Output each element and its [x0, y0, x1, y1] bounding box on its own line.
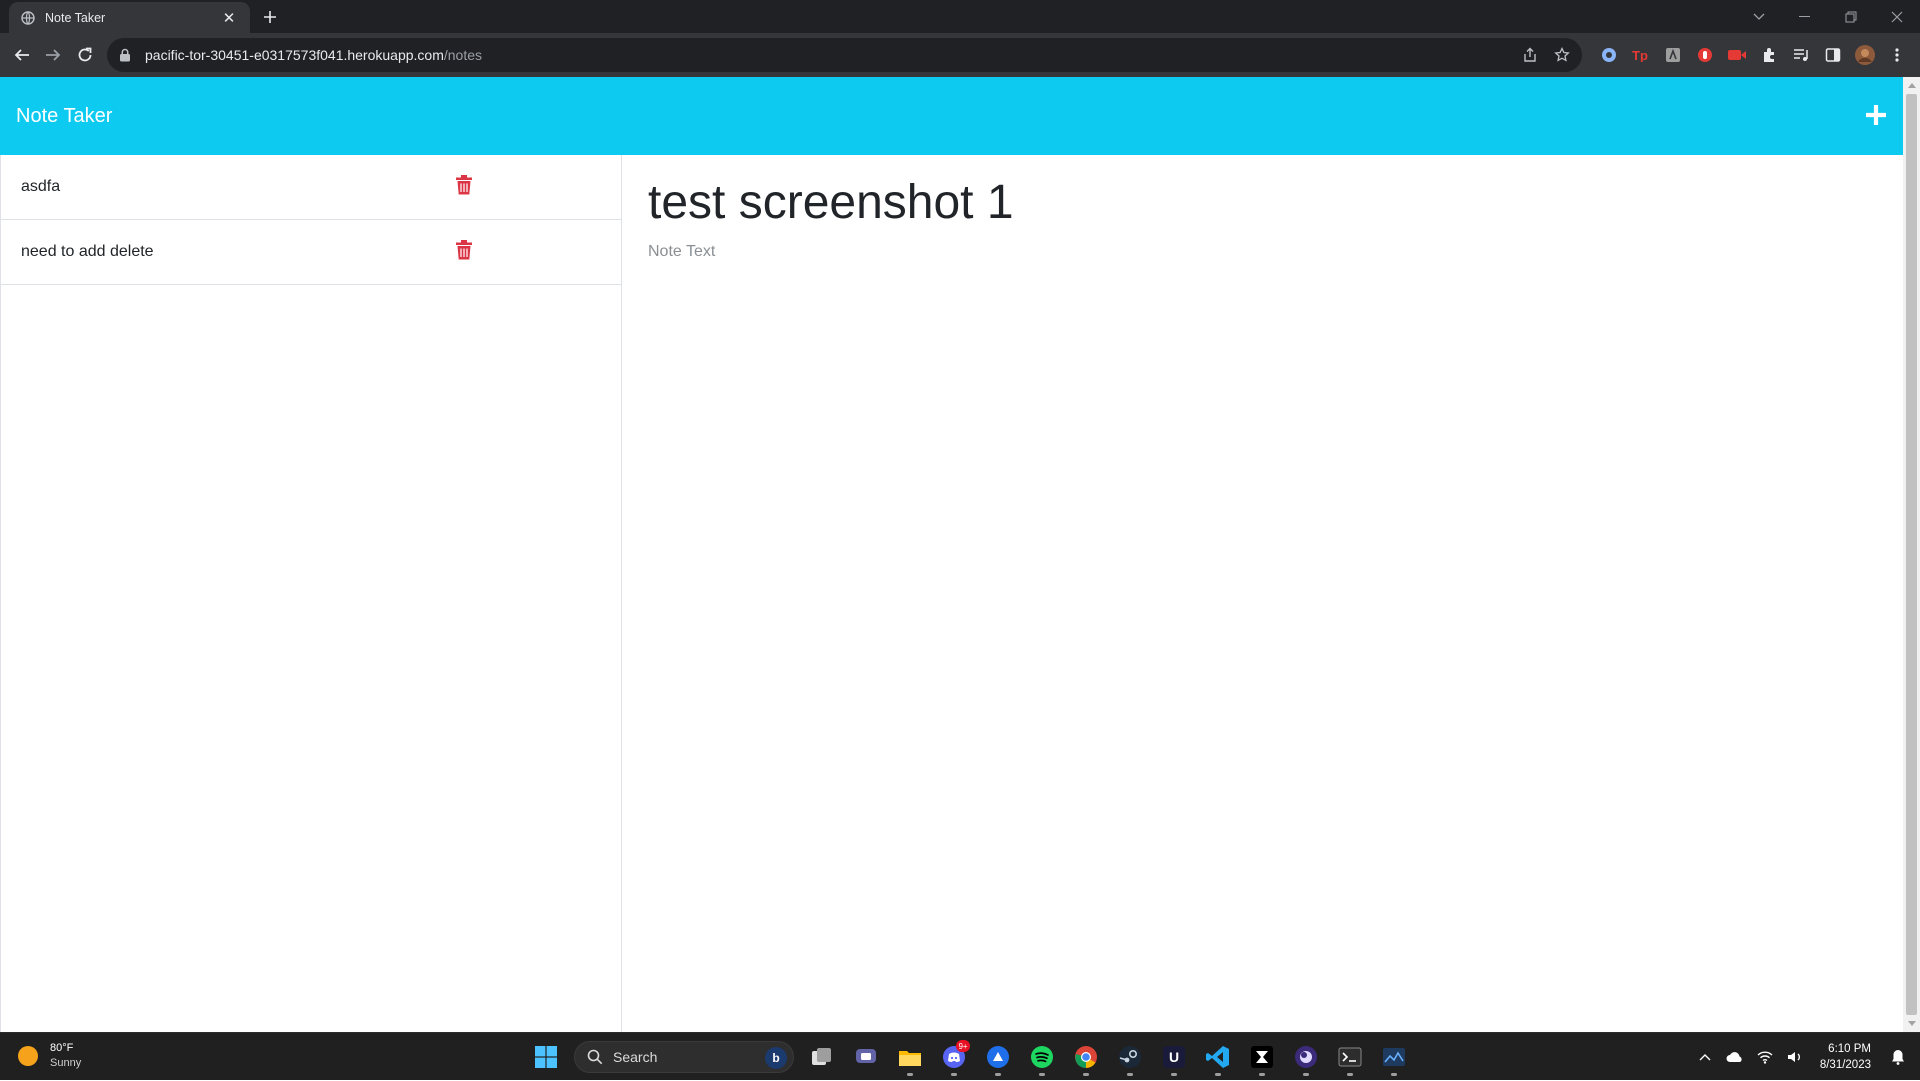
scrollbar-thumb[interactable] [1906, 94, 1917, 1015]
globe-icon [21, 10, 35, 25]
note-list-item[interactable]: need to add delete [1, 220, 621, 285]
app-brand[interactable]: Note Taker [16, 105, 112, 128]
browser-toolbar: pacific-tor-30451-e0317573f041.herokuapp… [0, 33, 1920, 77]
minimize-button[interactable] [1782, 2, 1828, 32]
reload-icon [78, 47, 92, 62]
svg-text:Tp: Tp [1632, 48, 1648, 62]
task-view-icon[interactable] [800, 1037, 844, 1077]
windows-taskbar: 80°F Sunny Search b 9+ U 6:10 PM 8/31/20… [0, 1032, 1920, 1080]
taskbar-search[interactable]: Search b [574, 1041, 794, 1073]
u-app-icon[interactable]: U [1152, 1037, 1196, 1077]
scroll-up-arrow-icon[interactable] [1903, 77, 1920, 94]
search-icon [587, 1049, 603, 1065]
windows-logo-icon [535, 1046, 557, 1068]
taskbar-clock[interactable]: 6:10 PM 8/31/2023 [1820, 1041, 1871, 1073]
svg-text:U: U [1169, 1049, 1179, 1065]
puzzle-extensions-icon[interactable] [1756, 42, 1782, 68]
trash-icon[interactable] [456, 175, 474, 197]
browser-tab-strip: Note Taker ✕ [0, 0, 1920, 33]
clock-date: 8/31/2023 [1819, 1059, 1871, 1071]
bing-icon[interactable]: b [765, 1047, 787, 1069]
window-controls [1736, 0, 1920, 33]
spotify-icon[interactable] [1020, 1037, 1064, 1077]
address-bar[interactable]: pacific-tor-30451-e0317573f041.herokuapp… [107, 38, 1582, 72]
restore-button[interactable] [1828, 2, 1874, 32]
video-extension-icon[interactable] [1724, 42, 1750, 68]
bookmark-extension-icon[interactable] [1660, 42, 1686, 68]
app-navbar: Note Taker [0, 77, 1903, 155]
start-button[interactable] [524, 1037, 568, 1077]
chrome-icon[interactable] [1064, 1037, 1108, 1077]
taskbar-apps: Search b 9+ U [524, 1037, 1416, 1077]
discord-icon[interactable]: 9+ [932, 1037, 976, 1077]
new-note-button[interactable] [1863, 102, 1889, 128]
chevron-up-icon[interactable] [1693, 1045, 1717, 1069]
extensions-bar: Tp [1596, 42, 1910, 68]
arrow-left-icon [14, 49, 29, 61]
google-lens-extension-icon[interactable] [1596, 42, 1622, 68]
restore-icon [1845, 11, 1857, 22]
wifi-icon[interactable] [1753, 1045, 1777, 1069]
chevron-down-icon [1753, 13, 1765, 20]
steam-icon[interactable] [1108, 1037, 1152, 1077]
more-vertical-icon[interactable] [1884, 42, 1910, 68]
page-scrollbar[interactable] [1903, 77, 1920, 1032]
weather-widget[interactable]: 80°F Sunny [18, 1041, 81, 1071]
lock-icon [119, 48, 133, 62]
scroll-down-arrow-icon[interactable] [1903, 1015, 1920, 1032]
clock-time: 6:10 PM [1828, 1043, 1871, 1055]
obs-icon[interactable] [1284, 1037, 1328, 1077]
minimize-icon [1799, 15, 1810, 17]
sun-icon [18, 1046, 38, 1066]
notification-badge: 9+ [956, 1040, 970, 1052]
weather-temperature: 80°F [50, 1042, 74, 1054]
trash-icon[interactable] [456, 240, 474, 262]
notification-bell-icon[interactable] [1886, 1045, 1910, 1069]
cursor-app-icon[interactable] [1240, 1037, 1284, 1077]
close-window-button[interactable] [1874, 2, 1920, 32]
note-list-item-title: asdfa [21, 178, 61, 195]
url-path: /notes [443, 47, 483, 63]
plus-icon [264, 11, 276, 23]
browser-tab[interactable]: Note Taker ✕ [9, 2, 250, 33]
forward-button[interactable] [40, 42, 66, 68]
teams-chat-icon[interactable] [844, 1037, 888, 1077]
vscode-icon[interactable] [1196, 1037, 1240, 1077]
note-list-item-title: need to add delete [21, 243, 154, 260]
note-list-item[interactable]: asdfa [1, 155, 621, 220]
url-host: pacific-tor-30451-e0317573f041.herokuapp… [145, 47, 444, 63]
weather-condition: Sunny [50, 1057, 82, 1069]
page-viewport: Note Taker asdfa need to add delete [0, 77, 1903, 1032]
close-tab-icon[interactable]: ✕ [220, 9, 238, 27]
onedrive-cloud-icon[interactable] [1723, 1045, 1747, 1069]
tab-search-button[interactable] [1736, 2, 1782, 32]
notes-list: asdfa need to add delete [0, 155, 622, 1032]
note-text-input[interactable] [648, 243, 1848, 943]
arrow-right-icon [46, 49, 61, 61]
media-queue-icon[interactable] [1788, 42, 1814, 68]
share-icon[interactable] [1518, 43, 1542, 67]
tp-extension-icon[interactable]: Tp [1628, 42, 1654, 68]
back-button[interactable] [9, 42, 35, 68]
side-panel-icon[interactable] [1820, 42, 1846, 68]
tab-title: Note Taker [45, 10, 106, 25]
file-explorer-icon[interactable] [888, 1037, 932, 1077]
terminal-icon[interactable] [1328, 1037, 1372, 1077]
task-manager-icon[interactable] [1372, 1037, 1416, 1077]
red-shield-extension-icon[interactable] [1692, 42, 1718, 68]
search-label: Search [613, 1049, 658, 1065]
volume-icon[interactable] [1783, 1045, 1807, 1069]
copilot-edge-icon[interactable] [976, 1037, 1020, 1077]
plus-icon [1866, 105, 1886, 125]
profile-avatar[interactable] [1852, 42, 1878, 68]
reload-button[interactable] [72, 42, 98, 68]
close-icon [1891, 11, 1903, 22]
bookmark-star-icon[interactable] [1550, 43, 1574, 67]
note-editor [622, 155, 1903, 1032]
new-tab-button[interactable] [258, 5, 282, 29]
note-title-input[interactable] [648, 169, 1848, 235]
system-tray: 6:10 PM 8/31/2023 [1690, 1033, 1920, 1081]
